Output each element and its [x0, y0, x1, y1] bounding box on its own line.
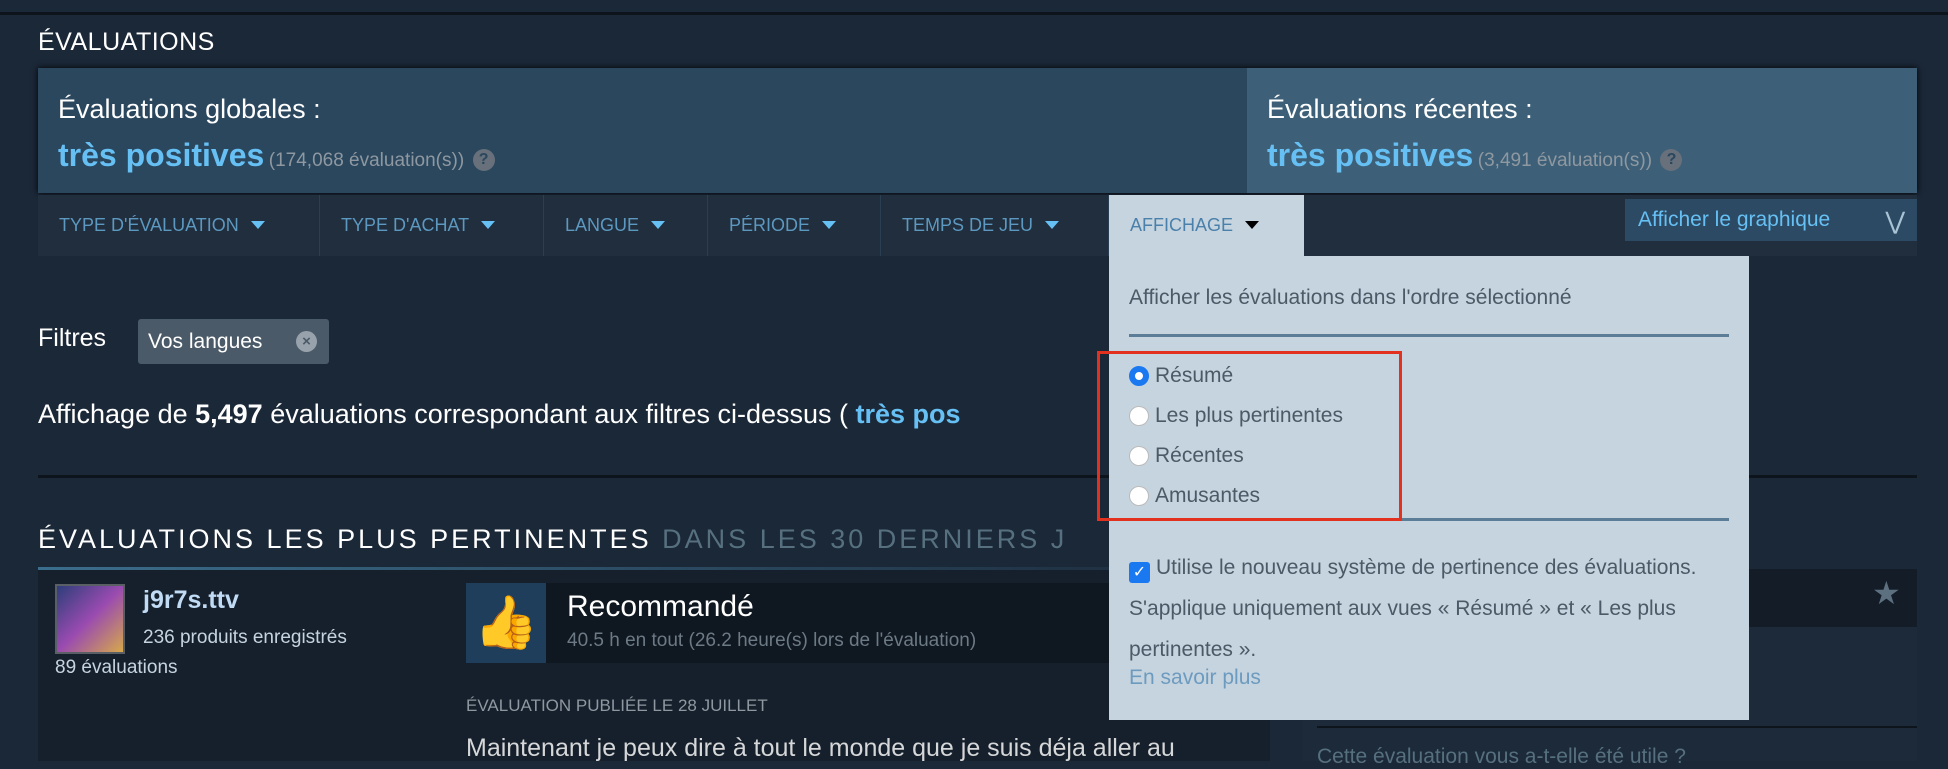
star-icon[interactable]: ★ [1872, 574, 1901, 612]
show-graph-button[interactable]: Afficher le graphique ⋁ [1625, 199, 1917, 241]
verdict: Recommandé [567, 590, 754, 623]
helpful-question: Cette évaluation vous a-t-elle été utile… [1317, 745, 1686, 768]
thumbs-up-icon: 👍 [466, 583, 546, 663]
results-middle: évaluations correspondant aux filtres ci… [262, 399, 856, 429]
section-title: ÉVALUATIONS LES PLUS PERTINENTES [38, 524, 652, 554]
avatar[interactable] [55, 584, 125, 654]
results-rating[interactable]: très pos [856, 399, 961, 429]
checkbox-checked-icon[interactable]: ✓ [1129, 562, 1150, 583]
filter-chip[interactable]: Vos langues × [138, 319, 329, 364]
posted-date: ÉVALUATION PUBLIÉE LE 28 JUILLET [466, 696, 768, 715]
checkbox-label: Utilise le nouveau système de pertinence… [1129, 556, 1697, 661]
tab-label: AFFICHAGE [1130, 215, 1234, 235]
user-reviews[interactable]: 89 évaluations [55, 657, 178, 679]
relevance-checkbox[interactable]: ✓ Utilise le nouveau système de pertinenc… [1129, 547, 1729, 670]
tab-label: PÉRIODE [729, 215, 811, 235]
page-title: ÉVALUATIONS [38, 28, 215, 56]
playtime: 40.5 h en tout (26.2 heure(s) lors de l'… [567, 630, 977, 651]
overall-label: Évaluations globales : [58, 94, 321, 124]
review-body: Maintenant je peux dire à tout le monde … [466, 734, 1175, 762]
caret-down-icon [651, 221, 666, 229]
recent-rating[interactable]: très positives [1267, 137, 1473, 173]
highlight-box [1097, 351, 1402, 521]
help-icon[interactable]: ? [472, 149, 495, 171]
tab-review-type[interactable]: TYPE D'ÉVALUATION [38, 195, 320, 256]
results-prefix: Affichage de [38, 399, 196, 429]
section-subtitle: DANS LES 30 DERNIERS J [662, 524, 1068, 554]
show-graph-label: Afficher le graphique [1638, 208, 1831, 231]
tab-purchase-type[interactable]: TYPE D'ACHAT [320, 195, 544, 256]
dropdown-heading: Afficher les évaluations dans l'ordre sé… [1129, 286, 1572, 309]
caret-down-icon [822, 221, 837, 229]
tab-display[interactable]: AFFICHAGE [1109, 195, 1304, 256]
divider [1317, 726, 1917, 728]
overall-reviews: Évaluations globales : très positives (1… [38, 68, 1247, 193]
close-icon[interactable]: × [296, 331, 317, 352]
tab-label: TYPE D'ACHAT [341, 215, 470, 235]
username[interactable]: j9r7s.ttv [143, 586, 239, 615]
caret-down-icon [481, 221, 496, 229]
caret-down-icon [250, 221, 265, 229]
divider [1129, 334, 1729, 337]
tab-language[interactable]: LANGUE [544, 195, 708, 256]
top-bar [0, 0, 1948, 15]
tab-playtime[interactable]: TEMPS DE JEU [881, 195, 1109, 256]
overall-count: (174,068 évaluation(s)) [268, 150, 465, 171]
results-count: 5,497 [195, 399, 263, 429]
recent-count: (3,491 évaluation(s)) [1477, 150, 1653, 171]
caret-down-icon [1245, 221, 1260, 229]
recent-reviews: Évaluations récentes : très positives (3… [1247, 68, 1917, 193]
user-products[interactable]: 236 produits enregistrés [143, 627, 347, 649]
recent-label: Évaluations récentes : [1267, 94, 1533, 124]
tab-label: TYPE D'ÉVALUATION [59, 215, 239, 235]
tab-label: TEMPS DE JEU [902, 215, 1034, 235]
review-summary: Évaluations globales : très positives (1… [38, 68, 1917, 193]
chip-label: Vos langues [148, 330, 263, 353]
help-icon[interactable]: ? [1660, 149, 1683, 171]
section-heading: ÉVALUATIONS LES PLUS PERTINENTES DANS LE… [38, 524, 1067, 555]
tab-label: LANGUE [565, 215, 640, 235]
results-summary: Affichage de 5,497 évaluations correspon… [38, 399, 961, 430]
double-chevron-down-icon: ⋁ [1885, 208, 1905, 235]
tab-period[interactable]: PÉRIODE [708, 195, 881, 256]
learn-more-link[interactable]: En savoir plus [1129, 666, 1261, 690]
overall-rating[interactable]: très positives [58, 137, 264, 173]
filters-label: Filtres [38, 324, 107, 352]
caret-down-icon [1045, 221, 1060, 229]
